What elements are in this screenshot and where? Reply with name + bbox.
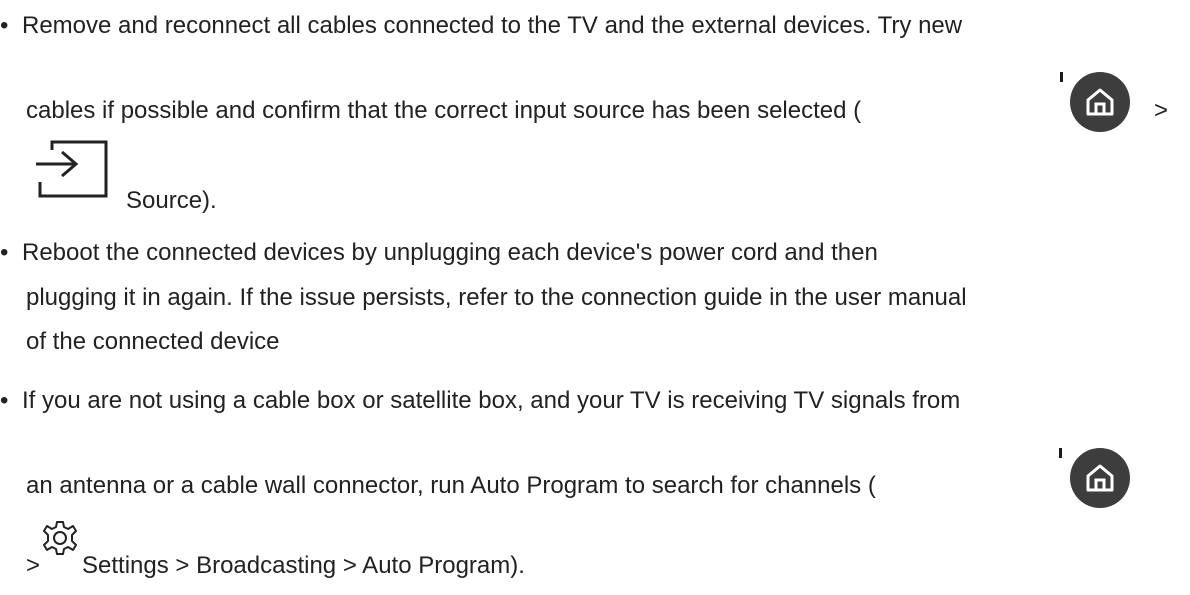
bullet-1-text-1: Remove and reconnect all cables connecte… <box>22 12 963 39</box>
bullet-2-line-3: of the connected device <box>26 328 280 356</box>
home-icon <box>1070 448 1130 508</box>
bullet-1-line-2: cables if possible and confirm that the … <box>26 97 861 125</box>
bullet-marker: • <box>0 387 9 414</box>
home-icon <box>1070 72 1130 132</box>
home-icon-tick <box>1059 448 1062 458</box>
bullet-3-line-1: • If you are not using a cable box or sat… <box>0 387 960 415</box>
gear-icon <box>43 521 77 555</box>
bullet-1-line-1: • Remove and reconnect all cables connect… <box>0 12 962 40</box>
bullet-3-text-3: Settings > Broadcasting > Auto Program). <box>82 552 525 579</box>
bullet-marker: • <box>0 239 9 266</box>
bullet-2-text-3: of the connected device <box>26 328 280 355</box>
source-input-icon <box>36 140 108 198</box>
bullet-3-line-3: Settings > Broadcasting > Auto Program). <box>82 552 525 580</box>
bullet-2-text-2: plugging it in again. If the issue persi… <box>26 284 967 311</box>
bullet-2-line-2: plugging it in again. If the issue persi… <box>26 284 967 312</box>
bullet-1-line-3: Source). <box>126 187 217 215</box>
bullet-marker: • <box>0 12 9 39</box>
bullet-2-text-1: Reboot the connected devices by unpluggi… <box>22 239 878 266</box>
bullet-1-text-3: Source). <box>126 187 217 214</box>
bullet-2-line-1: • Reboot the connected devices by unplugg… <box>0 239 878 267</box>
bullet-3-text-2: an antenna or a cable wall connector, ru… <box>26 472 876 499</box>
bullet-3-line-2: an antenna or a cable wall connector, ru… <box>26 472 876 500</box>
gear-arrow-separator: > <box>26 552 41 579</box>
bullet-3-text-1: If you are not using a cable box or sate… <box>22 387 961 414</box>
bullet-1-text-2: cables if possible and confirm that the … <box>26 97 862 124</box>
home-icon-tick <box>1060 72 1063 82</box>
home-arrow-separator: > <box>1154 97 1169 124</box>
